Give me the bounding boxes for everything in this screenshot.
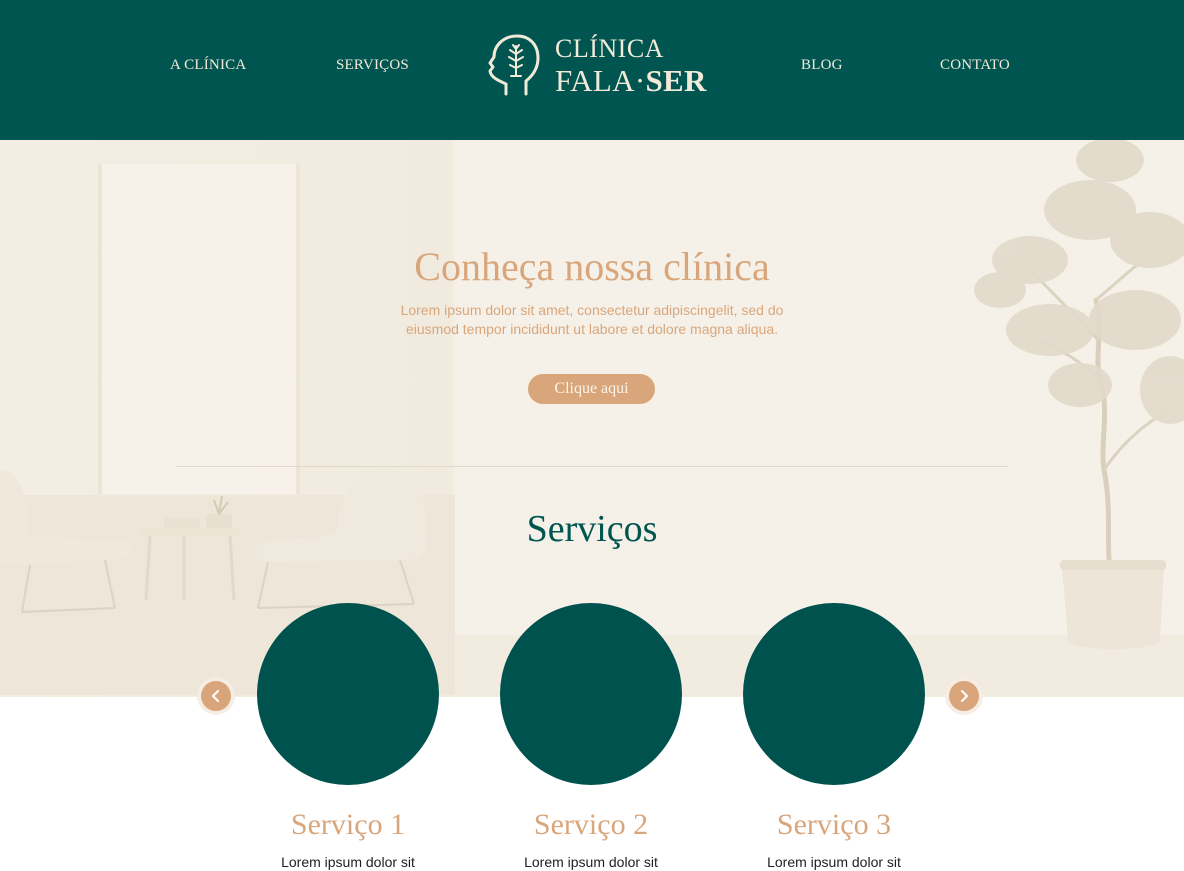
service-image-1 xyxy=(257,603,439,785)
service-text-1: Lorem ipsum dolor sit xyxy=(281,854,415,870)
service-text-2: Lorem ipsum dolor sit xyxy=(524,854,658,870)
nav-a-clinica[interactable]: A CLÍNICA xyxy=(170,57,246,74)
head-with-tree-icon xyxy=(488,34,540,96)
service-card-3[interactable]: Serviço 3 Lorem ipsum dolor sit xyxy=(743,603,925,870)
service-text-3: Lorem ipsum dolor sit xyxy=(767,854,901,870)
logo-fala: FALA· xyxy=(555,63,646,98)
service-image-2 xyxy=(500,603,682,785)
service-card-2[interactable]: Serviço 2 Lorem ipsum dolor sit xyxy=(500,603,682,870)
service-card-1[interactable]: Serviço 1 Lorem ipsum dolor sit xyxy=(257,603,439,870)
chevron-right-icon xyxy=(961,690,968,702)
logo-ser: SER xyxy=(645,63,707,98)
section-divider xyxy=(176,466,1008,467)
logo-line-2: FALA·SER xyxy=(555,65,707,96)
nav-servicos[interactable]: SERVIÇOS xyxy=(336,57,409,74)
logo-line-1: CLÍNICA xyxy=(555,34,664,63)
hero-cta-button[interactable]: Clique aqui xyxy=(528,374,655,404)
service-title-2: Serviço 2 xyxy=(533,808,649,841)
service-title-1: Serviço 1 xyxy=(290,808,406,841)
services-title: Serviços xyxy=(526,508,658,550)
nav-blog[interactable]: BLOG xyxy=(801,57,843,74)
service-title-3: Serviço 3 xyxy=(776,808,892,841)
chevron-left-icon xyxy=(212,690,219,702)
carousel-next-button[interactable] xyxy=(945,677,983,715)
hero-title: Conheça nossa clínica xyxy=(414,244,770,289)
carousel-prev-button[interactable] xyxy=(197,677,235,715)
carousel-next-inner xyxy=(949,681,979,711)
carousel-prev-inner xyxy=(201,681,231,711)
nav-contato[interactable]: CONTATO xyxy=(940,57,1010,74)
site-header: A CLÍNICA SERVIÇOS CLÍNICA FALA·SER BLOG… xyxy=(0,0,1184,140)
hero-description: Lorem ipsum dolor sit amet, consectetur … xyxy=(400,302,784,337)
clinic-logo[interactable]: CLÍNICA FALA·SER xyxy=(486,32,706,102)
service-image-3 xyxy=(743,603,925,785)
